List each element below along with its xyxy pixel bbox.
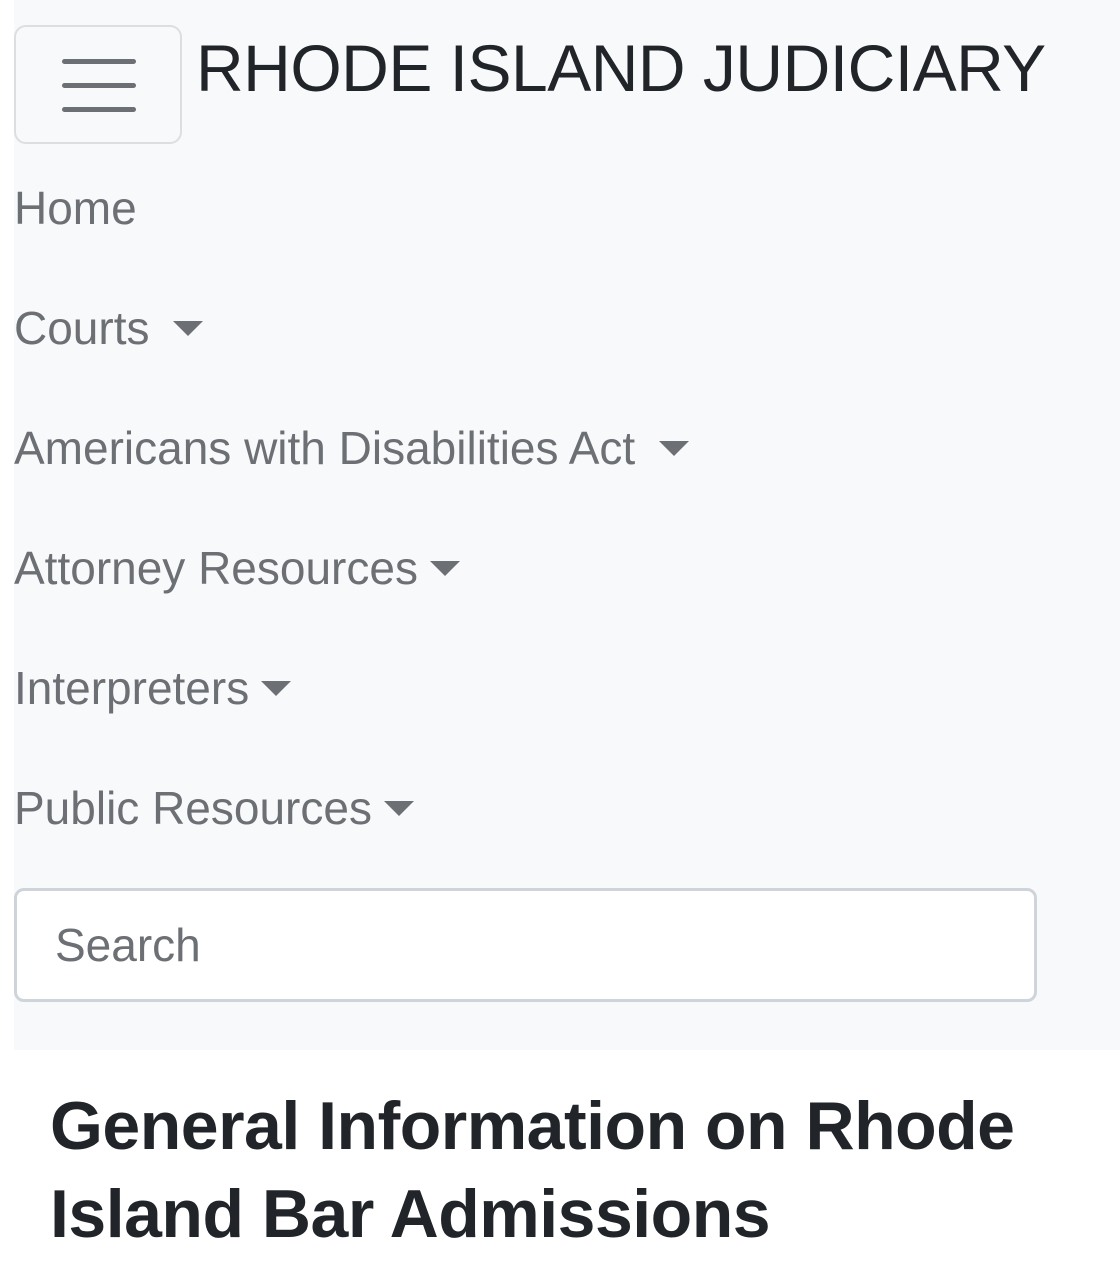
caret-down-icon: [659, 440, 690, 456]
nav-item-courts: Courts: [14, 268, 689, 388]
nav-item-interpreters: Interpreters: [14, 628, 689, 748]
main-navbar: RHODE ISLAND JUDICIARY Home Courts Ameri…: [14, 0, 1120, 1050]
nav-link-label: Interpreters: [14, 662, 250, 714]
nav-link-label: Home: [14, 182, 137, 234]
nav-link-label: Courts: [14, 302, 150, 354]
nav-item-ada: Americans with Disabilities Act: [14, 388, 690, 508]
nav-link-attorney-resources[interactable]: Attorney Resources: [14, 538, 460, 598]
caret-down-icon: [429, 560, 460, 576]
nav-link-interpreters[interactable]: Interpreters: [14, 658, 292, 718]
nav-link-courts[interactable]: Courts: [14, 298, 204, 358]
nav-link-public-resources[interactable]: Public Resources: [14, 778, 414, 838]
caret-down-icon: [383, 800, 414, 816]
caret-down-icon: [173, 320, 204, 336]
nav-item-public-resources: Public Resources: [14, 748, 689, 868]
page-title: General Information on Rhode Island Bar …: [50, 1088, 1015, 1252]
hamburger-menu-icon: [62, 59, 136, 113]
nav-link-label: Attorney Resources: [14, 542, 418, 594]
nav-menu: Home Courts Americans with Disabilities …: [14, 148, 690, 868]
nav-item-home: Home: [14, 148, 689, 268]
caret-down-icon: [261, 680, 292, 696]
search-input[interactable]: [14, 888, 1037, 1002]
nav-link-label: Americans with Disabilities Act: [14, 422, 636, 474]
site-brand-link[interactable]: RHODE ISLAND JUDICIARY: [196, 30, 1046, 106]
nav-item-attorney-resources: Attorney Resources: [14, 508, 689, 628]
navbar-toggler-button[interactable]: [14, 25, 182, 144]
nav-link-ada[interactable]: Americans with Disabilities Act: [14, 418, 690, 478]
nav-link-home[interactable]: Home: [14, 178, 137, 238]
nav-link-label: Public Resources: [14, 782, 372, 834]
